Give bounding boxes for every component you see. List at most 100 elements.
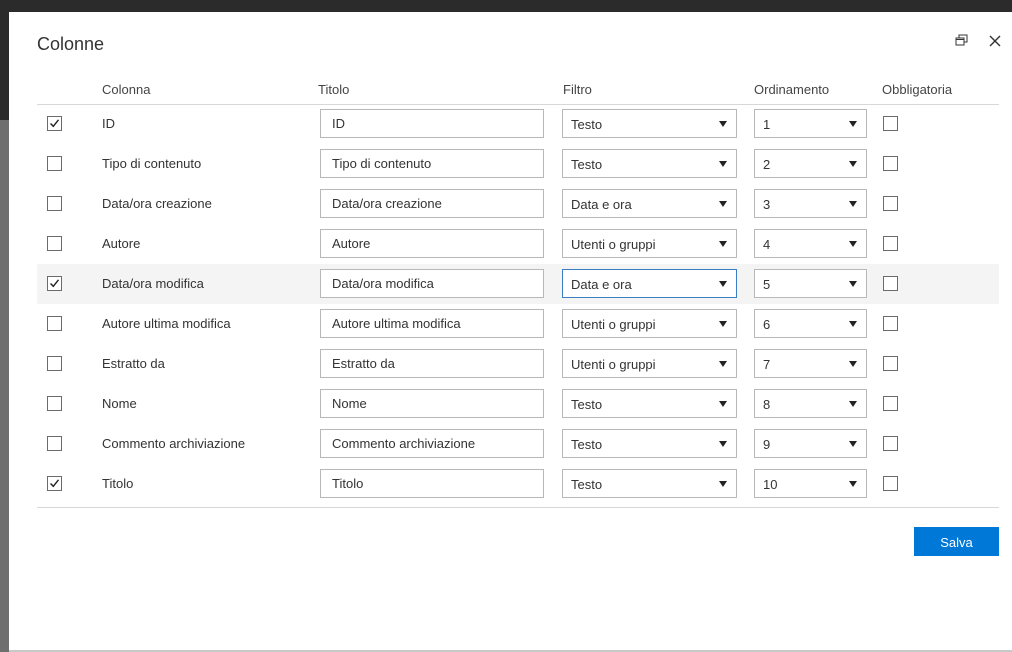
sort-select[interactable]: 4 [754, 229, 867, 258]
dialog-title: Colonne [37, 34, 105, 54]
dropdown-arrow-icon [849, 241, 857, 247]
dropdown-arrow-icon [719, 161, 727, 167]
required-checkbox[interactable] [883, 356, 898, 371]
dropdown-arrow-icon [719, 441, 727, 447]
table-row: ID Testo 1 [9, 104, 1012, 144]
sort-select[interactable]: 2 [754, 149, 867, 178]
required-checkbox[interactable] [883, 156, 898, 171]
table-row: Data/ora modifica Data e ora 5 [9, 264, 1012, 304]
dropdown-arrow-icon [719, 361, 727, 367]
title-input[interactable] [320, 189, 544, 218]
select-column-checkbox[interactable] [47, 276, 62, 291]
restore-window-icon[interactable] [953, 32, 971, 50]
dropdown-arrow-icon [719, 201, 727, 207]
required-checkbox[interactable] [883, 476, 898, 491]
sort-value: 8 [763, 397, 771, 412]
dropdown-arrow-icon [719, 281, 727, 287]
sort-select[interactable]: 8 [754, 389, 867, 418]
filter-value: Testo [571, 117, 603, 132]
title-input[interactable] [320, 349, 544, 378]
column-name: Data/ora creazione [102, 196, 212, 211]
required-checkbox[interactable] [883, 196, 898, 211]
filter-select[interactable]: Testo [562, 149, 737, 178]
columns-dialog: Colonne Colonna Titolo Filtro Ordinament… [9, 12, 1012, 650]
column-name: Nome [102, 396, 137, 411]
dropdown-arrow-icon [719, 121, 727, 127]
dropdown-arrow-icon [849, 321, 857, 327]
title-input[interactable] [320, 309, 544, 338]
sort-select[interactable]: 1 [754, 109, 867, 138]
table-row: Tipo di contenuto Testo 2 [9, 144, 1012, 184]
sort-select[interactable]: 10 [754, 469, 867, 498]
filter-select[interactable]: Utenti o gruppi [562, 309, 737, 338]
filter-value: Utenti o gruppi [571, 237, 656, 252]
required-checkbox[interactable] [883, 316, 898, 331]
dropdown-arrow-icon [849, 161, 857, 167]
column-name: Data/ora modifica [102, 276, 204, 291]
columns-table: ID Testo 1 Tipo di contenuto Testo 2 Data/ora … [9, 104, 1012, 504]
select-column-checkbox[interactable] [47, 156, 62, 171]
window-left-bar [0, 0, 9, 652]
filter-select[interactable]: Testo [562, 469, 737, 498]
sort-select[interactable]: 7 [754, 349, 867, 378]
title-input[interactable] [320, 269, 544, 298]
filter-select[interactable]: Utenti o gruppi [562, 229, 737, 258]
required-checkbox[interactable] [883, 276, 898, 291]
sort-select[interactable]: 6 [754, 309, 867, 338]
required-checkbox[interactable] [883, 116, 898, 131]
required-checkbox[interactable] [883, 396, 898, 411]
save-button[interactable]: Salva [914, 527, 999, 556]
select-column-checkbox[interactable] [47, 196, 62, 211]
dropdown-arrow-icon [719, 321, 727, 327]
dropdown-arrow-icon [719, 401, 727, 407]
dropdown-arrow-icon [849, 361, 857, 367]
required-checkbox[interactable] [883, 236, 898, 251]
title-input[interactable] [320, 109, 544, 138]
sort-value: 4 [763, 237, 771, 252]
column-name: Commento archiviazione [102, 436, 246, 451]
title-input[interactable] [320, 389, 544, 418]
dropdown-arrow-icon [719, 241, 727, 247]
column-name: Titolo [102, 476, 134, 491]
header-sort: Ordinamento [754, 82, 830, 97]
header-column: Colonna [102, 82, 151, 97]
header-title: Titolo [318, 82, 350, 97]
select-column-checkbox[interactable] [47, 236, 62, 251]
filter-select[interactable]: Data e ora [562, 189, 737, 218]
table-row: Data/ora creazione Data e ora 3 [9, 184, 1012, 224]
select-column-checkbox[interactable] [47, 316, 62, 331]
filter-select[interactable]: Data e ora [562, 269, 737, 298]
header-required: Obbligatoria [882, 82, 953, 97]
column-name: Tipo di contenuto [102, 156, 202, 171]
select-column-checkbox[interactable] [47, 356, 62, 371]
title-input[interactable] [320, 429, 544, 458]
select-column-checkbox[interactable] [47, 476, 62, 491]
select-column-checkbox[interactable] [47, 396, 62, 411]
sort-select[interactable]: 5 [754, 269, 867, 298]
select-column-checkbox[interactable] [47, 436, 62, 451]
sort-select[interactable]: 3 [754, 189, 867, 218]
close-icon[interactable] [986, 32, 1004, 50]
filter-select[interactable]: Testo [562, 109, 737, 138]
filter-value: Testo [571, 397, 603, 412]
filter-select[interactable]: Testo [562, 429, 737, 458]
filter-value: Testo [571, 437, 603, 452]
sort-value: 6 [763, 317, 771, 332]
filter-value: Utenti o gruppi [571, 317, 656, 332]
title-input[interactable] [320, 469, 544, 498]
dropdown-arrow-icon [849, 401, 857, 407]
title-input[interactable] [320, 149, 544, 178]
filter-value: Testo [571, 477, 603, 492]
table-row: Titolo Testo 10 [9, 464, 1012, 504]
filter-select[interactable]: Testo [562, 389, 737, 418]
select-column-checkbox[interactable] [47, 116, 62, 131]
dropdown-arrow-icon [849, 481, 857, 487]
filter-value: Utenti o gruppi [571, 357, 656, 372]
sort-value: 3 [763, 197, 771, 212]
sort-value: 7 [763, 357, 771, 372]
sort-select[interactable]: 9 [754, 429, 867, 458]
dropdown-arrow-icon [849, 281, 857, 287]
required-checkbox[interactable] [883, 436, 898, 451]
title-input[interactable] [320, 229, 544, 258]
filter-select[interactable]: Utenti o gruppi [562, 349, 737, 378]
